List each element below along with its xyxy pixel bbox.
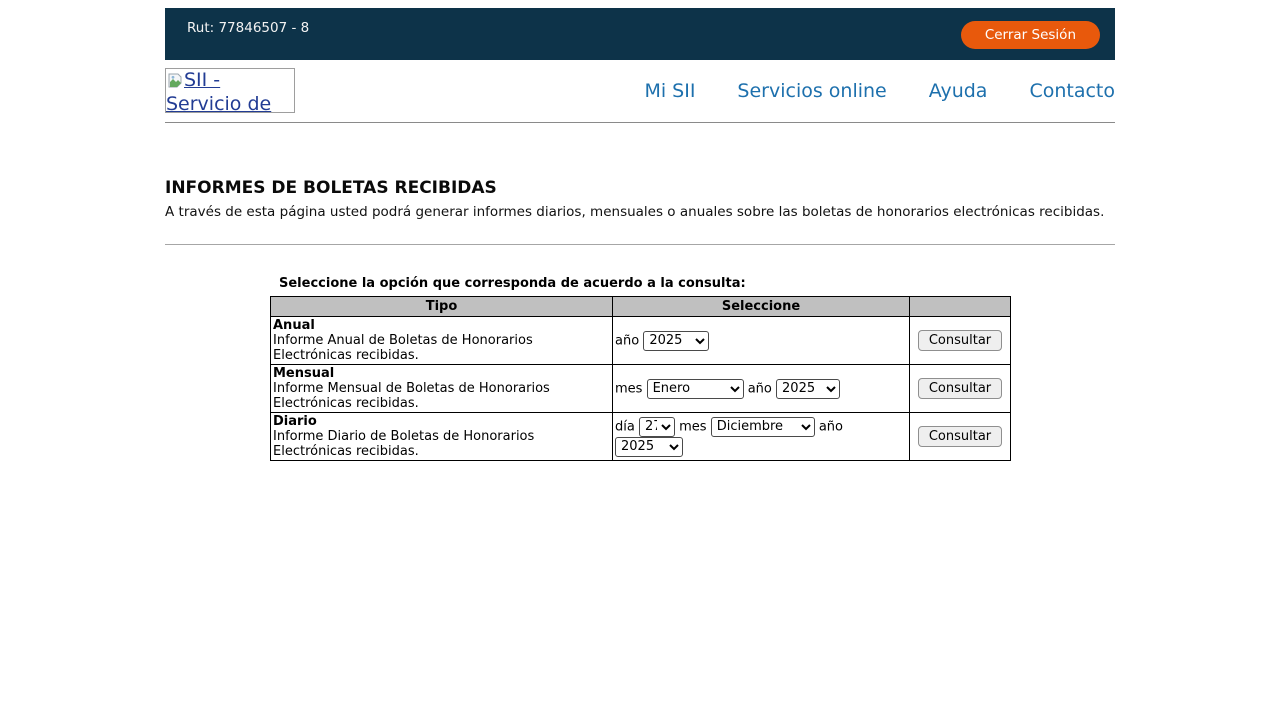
button-cell-anual: Consultar — [910, 317, 1011, 365]
row-description-diario: Informe Diario de Boletas de Honorarios … — [273, 429, 534, 459]
mensual-month-label: mes — [615, 381, 642, 396]
seleccione-cell-mensual: mes Enero año 2025 — [613, 365, 910, 413]
seleccione-cell-diario: día 27 mes Diciembre año 2025 — [613, 413, 910, 461]
consulta-section: Seleccione la opción que corresponda de … — [270, 276, 1010, 461]
diario-day-label: día — [615, 419, 635, 434]
consultar-anual-button[interactable]: Consultar — [918, 330, 1002, 351]
site-header: SII - Servicio de Mi SII Servicios onlin… — [165, 60, 1115, 123]
column-header-tipo: Tipo — [271, 297, 613, 317]
seleccione-cell-anual: año 2025 — [613, 317, 910, 365]
nav-mi-sii[interactable]: Mi SII — [644, 80, 695, 102]
section-divider — [165, 244, 1115, 245]
column-header-seleccione: Seleccione — [613, 297, 910, 317]
column-header-empty — [910, 297, 1011, 317]
table-header-row: Tipo Seleccione — [271, 297, 1011, 317]
page-content: Rut: 77846507 - 8 Cerrar Sesión SII - Se… — [165, 8, 1115, 461]
row-name-mensual: Mensual — [273, 366, 334, 381]
nav-ayuda[interactable]: Ayuda — [929, 80, 988, 102]
page-intro: A través de esta página usted podrá gene… — [165, 204, 1115, 220]
mensual-month-select[interactable]: Enero — [647, 379, 744, 399]
diario-month-select[interactable]: Diciembre — [711, 417, 815, 437]
page-title: INFORMES DE BOLETAS RECIBIDAS — [165, 178, 1115, 198]
tipo-cell-diario: Diario Informe Diario de Boletas de Hono… — [271, 413, 613, 461]
nav-servicios-online[interactable]: Servicios online — [737, 80, 886, 102]
button-cell-diario: Consultar — [910, 413, 1011, 461]
row-description-mensual: Informe Mensual de Boletas de Honorarios… — [273, 381, 550, 411]
main-nav: Mi SII Servicios online Ayuda Contacto — [644, 80, 1115, 102]
nav-contacto[interactable]: Contacto — [1029, 80, 1115, 102]
sii-logo-broken-image[interactable]: SII - Servicio de — [165, 68, 295, 113]
table-row-diario: Diario Informe Diario de Boletas de Hono… — [271, 413, 1011, 461]
anual-year-label: año — [615, 333, 639, 348]
diario-month-label: mes — [679, 419, 706, 434]
tipo-cell-mensual: Mensual Informe Mensual de Boletas de Ho… — [271, 365, 613, 413]
consulta-caption: Seleccione la opción que corresponda de … — [270, 276, 1010, 291]
row-name-anual: Anual — [273, 318, 315, 333]
mensual-year-select[interactable]: 2025 — [776, 379, 840, 399]
broken-image-icon — [168, 71, 183, 93]
consultar-mensual-button[interactable]: Consultar — [918, 378, 1002, 399]
diario-year-select[interactable]: 2025 — [615, 437, 683, 457]
table-row-anual: Anual Informe Anual de Boletas de Honora… — [271, 317, 1011, 365]
session-topbar: Rut: 77846507 - 8 Cerrar Sesión — [165, 8, 1115, 60]
row-description-anual: Informe Anual de Boletas de Honorarios E… — [273, 333, 533, 363]
row-name-diario: Diario — [273, 414, 317, 429]
button-cell-mensual: Consultar — [910, 365, 1011, 413]
logout-button[interactable]: Cerrar Sesión — [961, 21, 1100, 49]
diario-year-label: año — [819, 419, 843, 434]
consultar-diario-button[interactable]: Consultar — [918, 426, 1002, 447]
table-row-mensual: Mensual Informe Mensual de Boletas de Ho… — [271, 365, 1011, 413]
consulta-table: Tipo Seleccione Anual Informe Anual de B… — [270, 296, 1011, 461]
rut-label: Rut: 77846507 - 8 — [187, 20, 309, 36]
mensual-year-label: año — [748, 381, 772, 396]
diario-day-select[interactable]: 27 — [639, 417, 675, 437]
anual-year-select[interactable]: 2025 — [643, 331, 709, 351]
tipo-cell-anual: Anual Informe Anual de Boletas de Honora… — [271, 317, 613, 365]
